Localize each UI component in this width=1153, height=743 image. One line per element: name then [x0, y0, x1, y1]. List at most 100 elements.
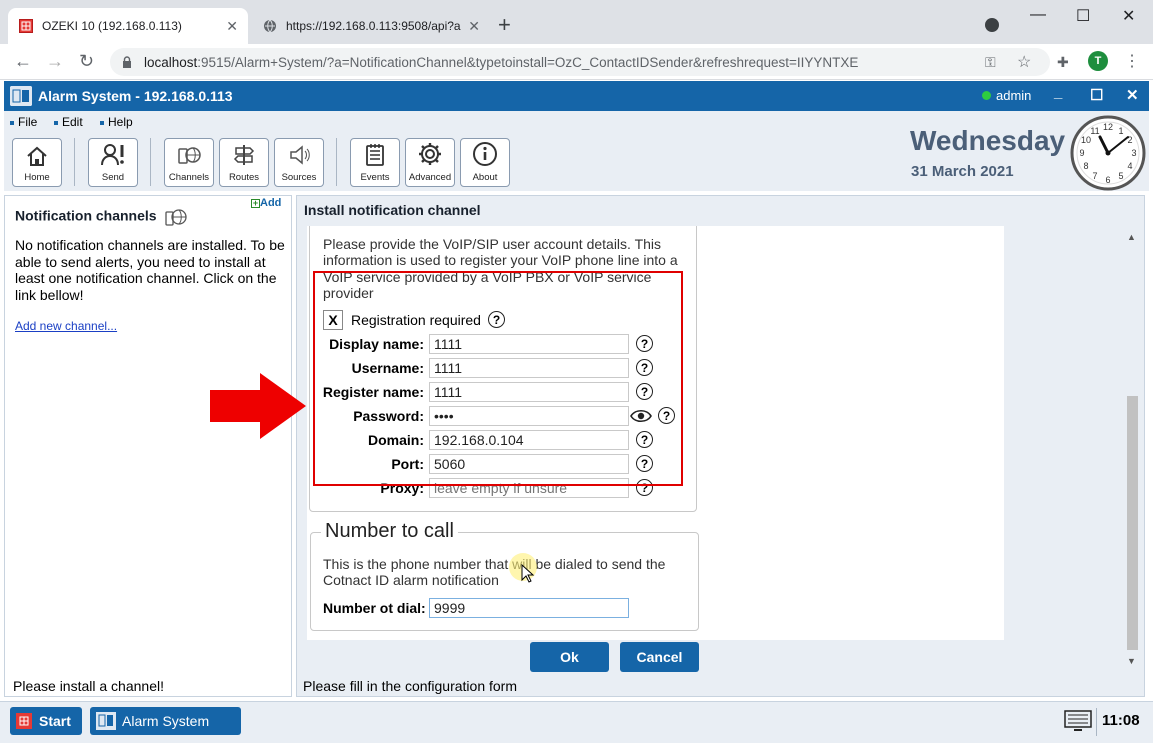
- no-channels-message: No notification channels are installed. …: [15, 237, 285, 303]
- number-to-dial-label: Number ot dial:: [323, 600, 426, 616]
- app-title-bar: Alarm System - 192.168.0.113 admin _ ☐ ✕: [4, 81, 1149, 111]
- maximize-icon[interactable]: ☐: [1076, 6, 1090, 26]
- toolbar-separator: [150, 138, 151, 186]
- alarm-system-icon: [96, 712, 116, 730]
- user-status[interactable]: admin: [982, 88, 1031, 103]
- puzzle-icon[interactable]: ✚: [1057, 54, 1069, 71]
- tab-api[interactable]: https://192.168.0.113:9508/api?a ✕: [252, 8, 490, 44]
- url-input[interactable]: localhost:9515/Alarm+System/?a=Notificat…: [110, 48, 1050, 76]
- forward-icon[interactable]: →: [46, 51, 64, 72]
- app-close-icon[interactable]: ✕: [1126, 86, 1139, 104]
- svg-text:3: 3: [1131, 148, 1136, 158]
- add-new-channel-link[interactable]: Add new channel...: [15, 319, 117, 333]
- gear-icon: [419, 143, 441, 165]
- menu-help[interactable]: Help: [100, 115, 133, 129]
- scroll-down-icon[interactable]: ▼: [1127, 656, 1136, 666]
- number-to-dial-input[interactable]: [429, 598, 629, 618]
- svg-text:5: 5: [1118, 171, 1123, 181]
- alarm-system-icon: [10, 86, 32, 106]
- tray-separator: [1096, 708, 1097, 736]
- taskbar-alarm-system[interactable]: Alarm System: [90, 707, 241, 735]
- channels-label: Channels: [168, 172, 210, 183]
- minimize-icon[interactable]: —: [1030, 6, 1046, 24]
- ok-button[interactable]: Ok: [530, 642, 609, 672]
- profile-avatar[interactable]: T: [1088, 51, 1108, 71]
- monitor-icon[interactable]: [1064, 710, 1092, 732]
- routes-button[interactable]: Routes: [219, 138, 269, 187]
- start-label: Start: [39, 713, 71, 729]
- send-label: Send: [101, 172, 125, 183]
- mouse-cursor-icon: [521, 564, 535, 583]
- panel-title-text: Notification channels: [15, 207, 157, 224]
- tab-search-icon[interactable]: [985, 18, 999, 32]
- red-arrow-icon: [210, 373, 306, 439]
- send-button[interactable]: Send: [88, 138, 138, 187]
- tab-title: OZEKI 10 (192.168.0.113): [42, 19, 182, 33]
- taskbar-clock: 11:08: [1102, 712, 1140, 729]
- cancel-button[interactable]: Cancel: [620, 642, 699, 672]
- sources-button[interactable]: Sources: [274, 138, 324, 187]
- online-dot-icon: [982, 91, 991, 100]
- events-button[interactable]: Events: [350, 138, 400, 187]
- lock-icon: [123, 56, 131, 68]
- scrollbar[interactable]: ▲ ▼: [1125, 228, 1139, 668]
- add-channel-button[interactable]: + Add: [251, 197, 281, 209]
- routes-label: Routes: [228, 172, 260, 183]
- new-tab-icon[interactable]: +: [498, 14, 511, 36]
- svg-text:11: 11: [1090, 126, 1099, 136]
- left-status-text: Please install a channel!: [13, 678, 164, 694]
- panel-title: Notification channels: [15, 206, 188, 228]
- sources-label: Sources: [281, 172, 317, 183]
- menu-edit[interactable]: Edit: [54, 115, 83, 129]
- star-icon[interactable]: ☆: [1017, 52, 1031, 72]
- toolbar: Home Send Channels Routes Sources Events…: [4, 115, 1149, 191]
- highlight-box: [313, 271, 683, 486]
- channels-button[interactable]: Channels: [164, 138, 214, 187]
- start-icon: [16, 713, 32, 729]
- home-button[interactable]: Home: [12, 138, 62, 187]
- tab-close-icon[interactable]: ✕: [468, 18, 480, 35]
- scrollbar-thumb[interactable]: [1127, 396, 1138, 650]
- about-button[interactable]: About: [460, 138, 510, 187]
- right-status-text: Please fill in the configuration form: [303, 678, 517, 694]
- svg-text:12: 12: [1103, 122, 1113, 132]
- plus-icon: +: [251, 197, 260, 208]
- advanced-button[interactable]: Advanced: [405, 138, 455, 187]
- notification-channels-panel: Notification channels + Add No notificati…: [4, 195, 292, 697]
- home-label: Home: [24, 172, 50, 183]
- channels-icon: [178, 147, 201, 164]
- events-label: Events: [360, 172, 390, 183]
- tab-title: https://192.168.0.113:9508/api?a: [286, 19, 461, 33]
- app-maximize-icon[interactable]: ☐: [1090, 86, 1103, 104]
- tab-close-icon[interactable]: ✕: [226, 18, 238, 35]
- svg-text:8: 8: [1083, 161, 1088, 171]
- toolbar-separator: [74, 138, 75, 186]
- app-minimize-icon[interactable]: _: [1054, 84, 1062, 101]
- clock-icon: 12 1234567891011: [1070, 115, 1146, 191]
- toolbar-separator: [336, 138, 337, 186]
- scroll-up-icon[interactable]: ▲: [1127, 232, 1136, 242]
- back-icon[interactable]: ←: [14, 51, 32, 72]
- advanced-label: Advanced: [408, 172, 452, 183]
- routes-icon: [233, 145, 255, 165]
- menu-file[interactable]: File: [10, 115, 37, 129]
- globe-icon: [262, 18, 278, 34]
- day-label: Wednesday: [910, 125, 1066, 156]
- channels-icon: [165, 209, 188, 226]
- panel-title: Install notification channel: [304, 202, 481, 218]
- user-name: admin: [996, 88, 1032, 103]
- ozeki-favicon-icon: [18, 18, 34, 34]
- install-channel-panel: Install notification channel Please prov…: [296, 195, 1145, 697]
- browser-tab-bar: OZEKI 10 (192.168.0.113) ✕ https://192.1…: [0, 0, 1153, 44]
- svg-text:9: 9: [1079, 148, 1084, 158]
- close-window-icon[interactable]: ✕: [1122, 6, 1135, 26]
- menu-dots-icon[interactable]: ⋮: [1124, 51, 1140, 71]
- reload-icon[interactable]: ↻: [79, 51, 94, 72]
- date-label: 31 March 2021: [911, 163, 1014, 180]
- start-button[interactable]: Start: [10, 707, 82, 735]
- tab-ozeki[interactable]: OZEKI 10 (192.168.0.113) ✕: [8, 8, 248, 44]
- key-icon[interactable]: ⚿: [985, 54, 996, 71]
- url-host: localhost: [144, 54, 198, 70]
- add-label: Add: [260, 197, 282, 209]
- info-icon: [473, 142, 497, 166]
